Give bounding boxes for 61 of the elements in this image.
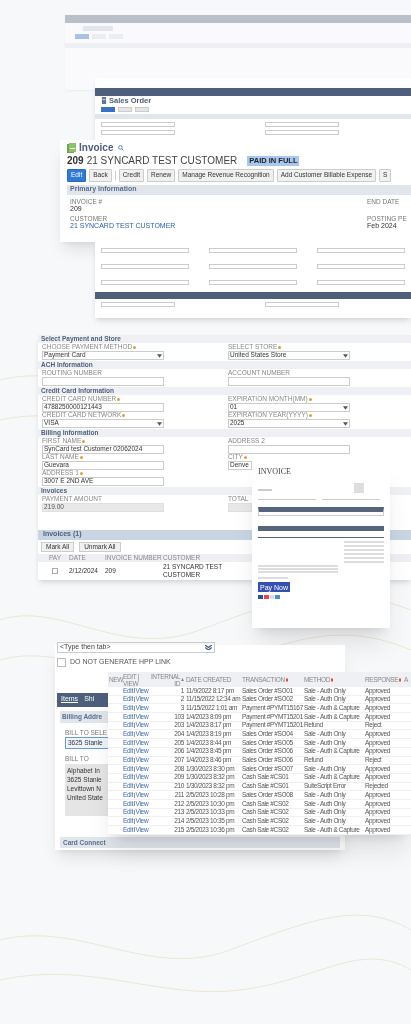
input-field[interactable] (265, 121, 339, 127)
text-line (344, 557, 384, 559)
input-field[interactable] (101, 129, 175, 135)
required-icon (82, 440, 86, 443)
payment-cards-icon (258, 595, 280, 599)
required-icon (117, 398, 121, 401)
filter-icon (285, 677, 288, 682)
caret-icon (157, 421, 162, 426)
input-field[interactable] (265, 129, 339, 135)
text-line (344, 545, 384, 547)
text-line (344, 549, 384, 551)
caret-icon (343, 421, 348, 426)
customer-name: 21 SYNCARD TEST CUSTOMER (86, 156, 238, 166)
input-field (228, 503, 252, 512)
input-field[interactable] (101, 248, 189, 253)
input-field[interactable] (317, 264, 405, 269)
input-field[interactable] (265, 302, 339, 307)
text-line (344, 541, 384, 543)
input-field[interactable] (209, 264, 297, 269)
input-field[interactable] (101, 264, 189, 269)
input-field[interactable] (42, 377, 164, 386)
text-line (344, 561, 384, 563)
caret-icon (343, 405, 348, 410)
search-icon (118, 145, 125, 151)
checkbox[interactable] (57, 657, 66, 667)
input-field[interactable] (209, 280, 297, 285)
record-number: 209 (67, 156, 84, 166)
required-icon (133, 346, 137, 349)
input-field[interactable] (317, 280, 405, 285)
input-field[interactable] (101, 302, 175, 307)
required-icon (308, 398, 312, 401)
sort-icon (181, 678, 184, 681)
filter-icon (399, 677, 402, 682)
input-field[interactable] (101, 280, 189, 285)
address-line (258, 498, 316, 500)
input-field[interactable] (209, 248, 297, 253)
invoice-icon (67, 143, 76, 153)
address-line (322, 498, 380, 500)
input-field[interactable] (101, 121, 175, 127)
required-icon (122, 414, 126, 417)
required-icon (308, 414, 312, 417)
input-field[interactable] (317, 248, 405, 253)
required-icon (243, 456, 247, 459)
filter-icon (331, 677, 334, 682)
page-title: Invoice (79, 143, 114, 153)
input-field[interactable] (228, 445, 350, 454)
text-line (258, 577, 288, 579)
button[interactable] (101, 106, 115, 112)
input-field[interactable] (228, 377, 350, 386)
chevron-icon (205, 645, 212, 650)
required-icon (79, 472, 83, 475)
document-title: INVOICE (258, 468, 292, 476)
caret-icon (157, 353, 162, 358)
required-icon (278, 346, 282, 349)
caret-icon (343, 353, 348, 358)
document-icon (101, 97, 107, 105)
text-block-placeholder (354, 483, 364, 493)
text-line (258, 489, 272, 491)
required-icon (79, 456, 83, 459)
text-line (344, 553, 384, 555)
checkbox[interactable] (52, 567, 58, 574)
